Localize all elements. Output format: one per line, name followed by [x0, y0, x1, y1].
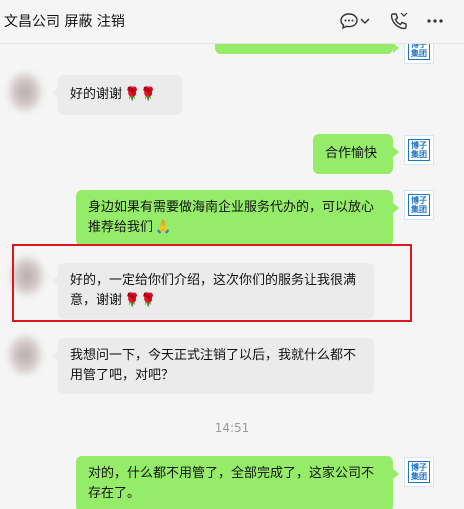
avatar-contact[interactable] [8, 72, 42, 112]
company-logo-icon: 博子 集团 [408, 139, 430, 161]
message-text: 我想问一下，今天正式注销了以后，我就什么都不用管了吧，对吧？ [70, 348, 357, 383]
company-logo-icon: 博子 集团 [408, 194, 430, 216]
message-text: 合作愉快 [325, 146, 378, 161]
message-timestamp: 14:51 [214, 421, 250, 435]
company-logo-icon: 博子 集团 [408, 461, 430, 483]
chevron-down-icon[interactable] [359, 10, 371, 32]
pray-emoji-icon: 🙏 [155, 220, 172, 235]
message-bubble-partial [215, 44, 399, 54]
chat-bubble-icon[interactable] [338, 10, 360, 32]
message-text: 对的，什么都不用管了，全部完成了，这家公司不存在了。 [88, 466, 375, 501]
company-logo-icon: 博子 集团 [408, 44, 430, 60]
message-bubble-outgoing[interactable]: 对的，什么都不用管了，全部完成了，这家公司不存在了。 [76, 456, 399, 509]
avatar-company-logo[interactable]: 博子 集团 [404, 44, 434, 64]
phone-icon[interactable] [388, 10, 410, 32]
message-bubble-outgoing[interactable]: 合作愉快 [313, 134, 399, 174]
chat-area[interactable]: 博子 集团 好的谢谢 🌹🌹 合作愉快 博子 集团 身边如果有需要做海南企业服务代办… [0, 44, 464, 509]
avatar-company-logo[interactable]: 博子 集团 [404, 190, 434, 220]
chat-title: 文昌公司 屏蔽 注销 [4, 14, 125, 30]
avatar-company-logo[interactable]: 博子 集团 [404, 135, 434, 165]
more-icon[interactable] [424, 10, 446, 32]
chat-header: 文昌公司 屏蔽 注销 [0, 0, 464, 44]
avatar-contact[interactable] [8, 335, 42, 375]
message-text: 好的谢谢 [70, 87, 123, 102]
message-bubble-outgoing[interactable]: 身边如果有需要做海南企业服务代办的，可以放心推荐给我们 🙏 [76, 190, 399, 246]
avatar-company-logo[interactable]: 博子 集团 [404, 457, 434, 487]
highlight-annotation-box [12, 244, 412, 322]
message-bubble-incoming[interactable]: 好的谢谢 🌹🌹 [52, 75, 182, 115]
message-bubble-incoming[interactable]: 我想问一下，今天正式注销了以后，我就什么都不用管了吧，对吧？ [52, 338, 374, 394]
message-text: 身边如果有需要做海南企业服务代办的，可以放心推荐给我们 [88, 200, 375, 235]
rose-emoji-icon: 🌹🌹 [124, 87, 157, 102]
